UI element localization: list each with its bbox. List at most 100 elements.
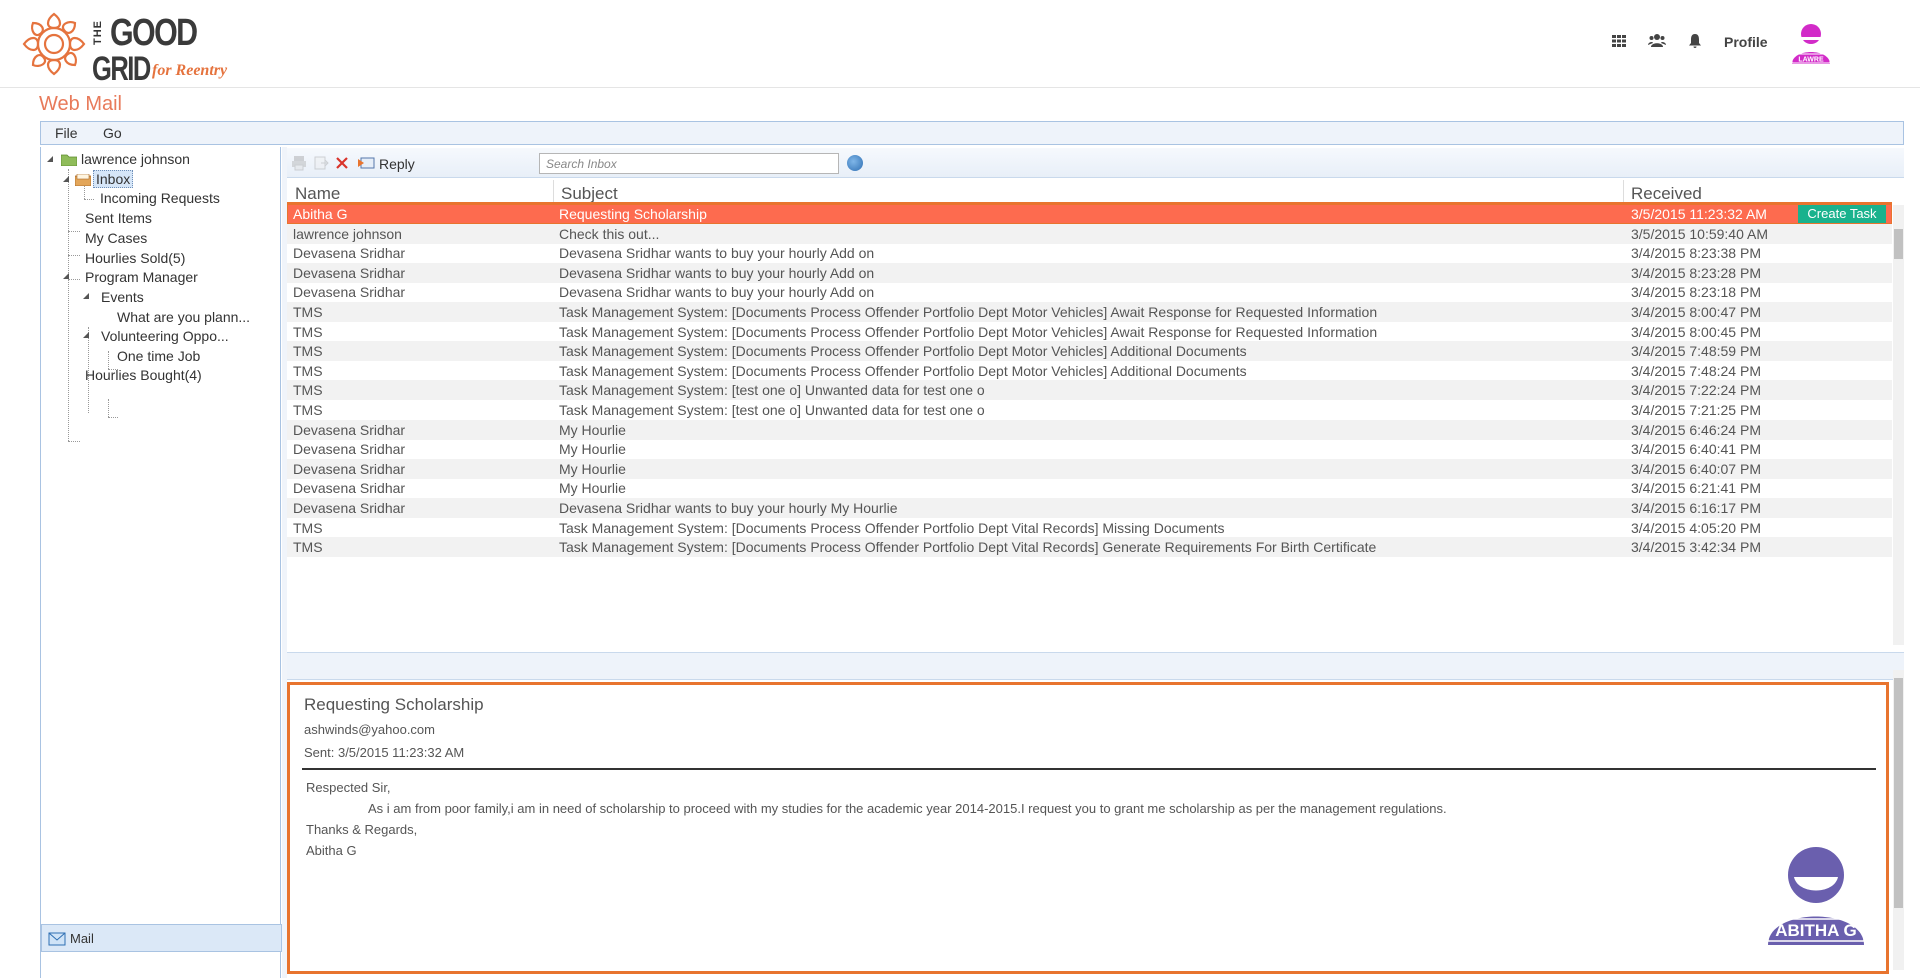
message-subject: Task Management System: [Documents Proce…	[559, 323, 1378, 340]
mail-toolbar: Reply Search Inbox	[287, 148, 1904, 178]
print-icon[interactable]	[291, 155, 307, 171]
users-icon[interactable]	[1648, 32, 1666, 50]
message-row[interactable]: TMS Task Management System: [Documents Pr…	[287, 341, 1892, 362]
scrollbar-thumb[interactable]	[1894, 678, 1903, 908]
message-row[interactable]: Devasena Sridhar Devasena Sridhar wants t…	[287, 243, 1892, 263]
tree-guide	[108, 399, 109, 417]
sender-avatar-text: ABITHA G	[1775, 921, 1857, 940]
message-row[interactable]: Devasena Sridhar My Hourlie 3/4/2015 6:40:…	[287, 458, 1892, 479]
column-divider[interactable]	[553, 180, 554, 204]
message-row[interactable]: TMS Task Management System: [test one o] …	[287, 400, 1892, 420]
tree-guide	[68, 169, 69, 441]
tree-item-sent-items[interactable]: Sent Items	[85, 210, 152, 226]
page-title: Web Mail	[39, 93, 122, 115]
reply-icon[interactable]	[357, 155, 375, 171]
mail-icon	[48, 932, 66, 946]
tree-item-incoming-requests[interactable]: Incoming Requests	[100, 190, 220, 206]
message-row[interactable]: Devasena Sridhar My Hourlie 3/4/2015 6:21:…	[287, 478, 1892, 498]
message-subject: Requesting Scholarship	[559, 206, 707, 222]
column-received[interactable]: Received	[1631, 184, 1702, 204]
tree-item-volunteering[interactable]: Volunteering Oppo...	[101, 328, 229, 344]
tree-item-hourlies-sold[interactable]: Hourlies Sold(5)	[85, 250, 185, 266]
tree-item-program-manager[interactable]: Program Manager	[85, 269, 198, 285]
message-received: 3/4/2015 6:40:41 PM	[1631, 441, 1761, 458]
tree-guide	[68, 441, 80, 442]
logo-good-text: GOOD	[110, 12, 198, 54]
tree-item-inbox[interactable]: Inbox	[93, 170, 134, 188]
delete-icon[interactable]	[335, 156, 349, 170]
message-row[interactable]: lawrence johnson Check this out... 3/5/201…	[287, 223, 1892, 244]
message-received: 3/4/2015 8:00:47 PM	[1631, 304, 1761, 320]
message-name: Abitha G	[293, 206, 348, 222]
message-received: 3/4/2015 6:40:07 PM	[1631, 460, 1761, 477]
column-name[interactable]: Name	[295, 184, 340, 204]
message-row[interactable]: TMS Task Management System: [test one o] …	[287, 380, 1892, 401]
message-row[interactable]: TMS Task Management System: [Documents Pr…	[287, 322, 1892, 342]
collapse-toggle-icon[interactable]	[47, 156, 53, 162]
collapse-toggle-icon[interactable]	[83, 332, 89, 338]
tree-item-one-time-job[interactable]: One time Job	[117, 348, 200, 364]
folder-icon	[61, 154, 77, 166]
tree-guide	[84, 199, 94, 200]
bell-icon[interactable]	[1686, 32, 1704, 50]
message-row[interactable]: TMS Task Management System: [Documents Pr…	[287, 537, 1892, 558]
message-list-scrollbar[interactable]	[1893, 205, 1904, 645]
user-avatar[interactable]: LAWRE	[1790, 22, 1832, 64]
tree-item-events[interactable]: Events	[101, 289, 144, 305]
mail-module-tab[interactable]: Mail	[41, 924, 282, 952]
tree-guide	[68, 255, 80, 256]
column-divider[interactable]	[1623, 180, 1624, 204]
profile-link[interactable]: Profile	[1724, 34, 1768, 50]
menu-file[interactable]: File	[55, 125, 78, 141]
tree-item-my-cases[interactable]: My Cases	[85, 230, 147, 246]
message-row[interactable]: TMS Task Management System: [Documents Pr…	[287, 302, 1892, 322]
search-input[interactable]: Search Inbox	[539, 153, 839, 174]
reply-button[interactable]: Reply	[379, 156, 415, 172]
scrollbar-thumb[interactable]	[1894, 229, 1903, 259]
collapse-toggle-icon[interactable]	[63, 273, 69, 279]
message-received: 3/4/2015 7:48:24 PM	[1631, 362, 1761, 379]
message-subject: Devasena Sridhar wants to buy your hourl…	[559, 500, 898, 516]
message-received: 3/4/2015 3:42:34 PM	[1631, 539, 1761, 556]
move-icon[interactable]	[313, 155, 329, 171]
search-icon[interactable]	[847, 155, 863, 171]
message-row[interactable]: Devasena Sridhar Devasena Sridhar wants t…	[287, 498, 1892, 518]
message-row[interactable]: TMS Task Management System: [Documents Pr…	[287, 518, 1892, 538]
folder-tree-panel: lawrence johnson Inbox Incoming Requests…	[40, 147, 282, 978]
message-received: 3/4/2015 8:23:18 PM	[1631, 284, 1761, 301]
tree-item-hourlies-bought[interactable]: Hourlies Bought(4)	[85, 367, 202, 383]
message-name: TMS	[293, 382, 323, 399]
top-header: THE GOOD GRID for Reentry Profile LAWRE	[0, 0, 1920, 88]
message-row[interactable]: Devasena Sridhar My Hourlie 3/4/2015 6:46:…	[287, 419, 1892, 440]
preview-closing: Thanks & Regards,	[306, 822, 418, 837]
tree-root-user[interactable]: lawrence johnson	[81, 151, 190, 167]
create-task-button[interactable]: Create Task	[1798, 205, 1886, 223]
preview-splitter[interactable]	[287, 652, 1904, 680]
message-received: 3/4/2015 6:16:17 PM	[1631, 500, 1761, 516]
message-row[interactable]: Devasena Sridhar Devasena Sridhar wants t…	[287, 262, 1892, 283]
message-row[interactable]: TMS Task Management System: [Documents Pr…	[287, 361, 1892, 381]
message-row[interactable]: Abitha G Requesting Scholarship 3/5/2015 1…	[287, 202, 1892, 226]
message-subject: My Hourlie	[559, 480, 626, 497]
message-received: 3/5/2015 11:23:32 AM	[1631, 206, 1767, 222]
preview-scrollbar[interactable]	[1893, 670, 1904, 970]
message-subject: Task Management System: [Documents Proce…	[559, 362, 1247, 379]
message-name: TMS	[293, 539, 323, 556]
collapse-toggle-icon[interactable]	[83, 293, 89, 299]
preview-greeting: Respected Sir,	[306, 780, 391, 795]
apps-grid-icon[interactable]	[1610, 32, 1628, 50]
column-subject[interactable]: Subject	[561, 184, 618, 204]
message-name: lawrence johnson	[293, 225, 402, 242]
message-received: 3/4/2015 8:00:45 PM	[1631, 323, 1761, 340]
collapse-toggle-icon[interactable]	[63, 176, 69, 182]
message-row[interactable]: Devasena Sridhar My Hourlie 3/4/2015 6:40:…	[287, 439, 1892, 459]
tree-item-event[interactable]: What are you plann...	[117, 309, 250, 325]
message-name: Devasena Sridhar	[293, 245, 406, 262]
message-row[interactable]: Devasena Sridhar Devasena Sridhar wants t…	[287, 282, 1892, 302]
message-subject: Devasena Sridhar wants to buy your hourl…	[559, 264, 875, 281]
message-name: TMS	[293, 323, 323, 340]
message-name: TMS	[293, 362, 323, 379]
good-grid-logo[interactable]: THE GOOD GRID for Reentry	[18, 8, 238, 86]
menu-go[interactable]: Go	[103, 125, 122, 141]
preview-from[interactable]: ashwinds@yahoo.com	[304, 722, 435, 737]
